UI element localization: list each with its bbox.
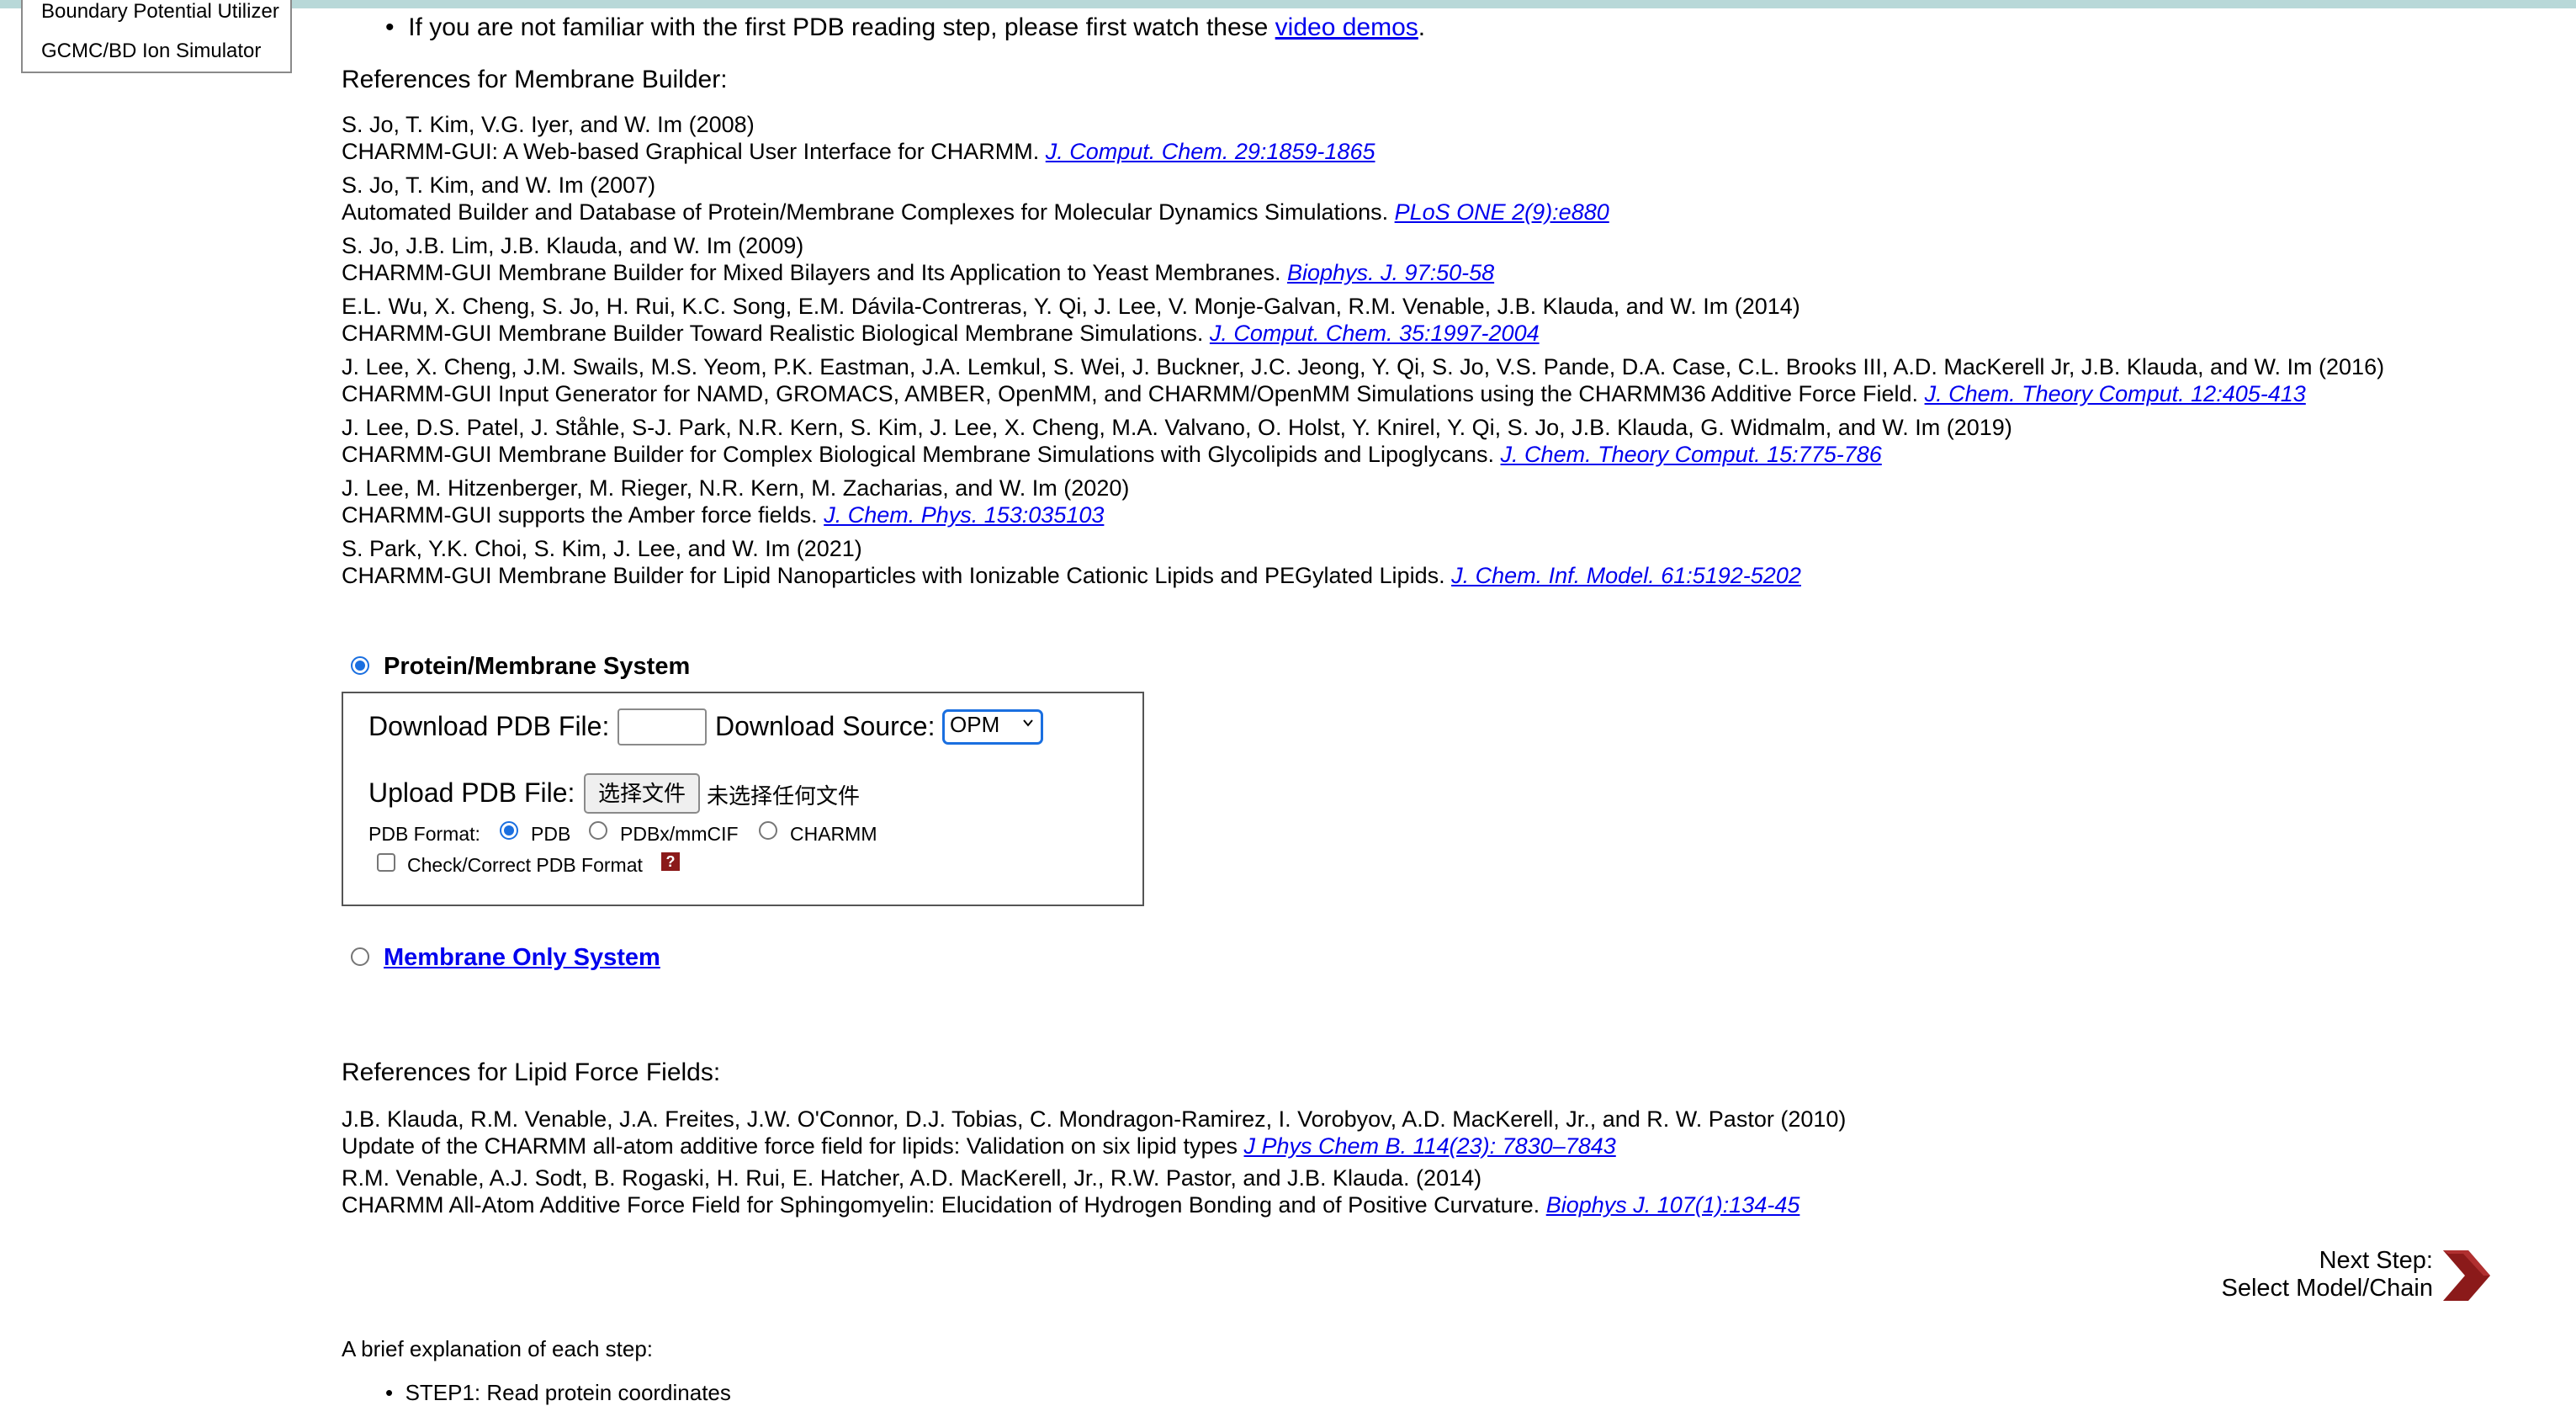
check-correct-pdb-label: Check/Correct PDB Format: [407, 854, 643, 876]
ref-title: CHARMM-GUI Input Generator for NAMD, GRO…: [342, 380, 2384, 407]
ref-citation-link[interactable]: Biophys J. 107(1):134-45: [1546, 1192, 1800, 1218]
ref-title-text: CHARMM-GUI Membrane Builder for Complex …: [342, 442, 1495, 467]
next-arrow-icon[interactable]: [2440, 1247, 2494, 1304]
explanation-heading: A brief explanation of each step:: [342, 1336, 654, 1361]
ref-title: CHARMM-GUI Membrane Builder for Complex …: [342, 441, 2012, 468]
bullet-dot: •: [385, 13, 409, 41]
ref-citation-link[interactable]: J Phys Chem B. 114(23): 7830–7843: [1244, 1133, 1616, 1159]
ref-authors: J. Lee, X. Cheng, J.M. Swails, M.S. Yeom…: [342, 354, 2385, 379]
chevron-down-icon: [1023, 719, 1033, 727]
format-label-charmm: CHARMM: [790, 823, 877, 845]
next-step-text[interactable]: Next Step: Select Model/Chain: [2187, 1247, 2433, 1303]
download-source-label: Download Source:: [715, 711, 936, 741]
ref-citation-link[interactable]: J. Chem. Inf. Model. 61:5192-5202: [1451, 563, 1801, 588]
format-radio-charmm[interactable]: [759, 821, 777, 840]
format-radio-pdb[interactable]: [500, 821, 518, 840]
ref-title: CHARMM-GUI: A Web-based Graphical User I…: [342, 138, 1375, 165]
bullet-dot: •: [385, 1380, 405, 1405]
sidebar-item-boundary-potential[interactable]: Boundary Potential Utilizer: [41, 0, 279, 24]
membrane-only-radio[interactable]: [351, 947, 369, 966]
ref-authors: S. Jo, T. Kim, and W. Im (2007): [342, 172, 656, 198]
download-source-select[interactable]: OPM: [942, 709, 1043, 745]
ref-authors: J. Lee, D.S. Patel, J. Ståhle, S-J. Park…: [342, 415, 2012, 440]
explanation-item-text: STEP1: Read protein coordinates: [405, 1380, 731, 1405]
ref-title-text: CHARMM-GUI: A Web-based Graphical User I…: [342, 139, 1040, 164]
ref-citation-link[interactable]: J. Chem. Phys. 153:035103: [824, 502, 1104, 528]
membrane-ref-6: J. Lee, D.S. Patel, J. Ståhle, S-J. Park…: [342, 414, 2012, 468]
ref-authors: E.L. Wu, X. Cheng, S. Jo, H. Rui, K.C. S…: [342, 294, 1800, 319]
ref-citation-link[interactable]: PLoS ONE 2(9):e880: [1395, 199, 1609, 225]
format-radio-pdbx[interactable]: [589, 821, 607, 840]
ref-citation-link[interactable]: J. Chem. Theory Comput. 15:775-786: [1501, 442, 1882, 467]
ref-authors: J. Lee, M. Hitzenberger, M. Rieger, N.R.…: [342, 475, 1130, 501]
download-pdb-label: Download PDB File:: [368, 711, 610, 741]
ref-title-text: Automated Builder and Database of Protei…: [342, 199, 1389, 225]
download-source-value: OPM: [950, 712, 1000, 737]
ref-title: Automated Builder and Database of Protei…: [342, 199, 1609, 225]
pdb-format-label: PDB Format:: [368, 823, 480, 845]
no-file-chosen-text: 未选择任何文件: [707, 783, 861, 809]
membrane-only-link[interactable]: Membrane Only System: [384, 944, 660, 972]
membrane-ref-4: E.L. Wu, X. Cheng, S. Jo, H. Rui, K.C. S…: [342, 293, 1800, 347]
ref-citation-link[interactable]: Biophys. J. 97:50-58: [1287, 260, 1494, 285]
ref-title: CHARMM-GUI supports the Amber force fiel…: [342, 501, 1129, 528]
ref-citation-link[interactable]: J. Comput. Chem. 29:1859-1865: [1046, 139, 1375, 164]
membrane-ref-8: S. Park, Y.K. Choi, S. Kim, J. Lee, and …: [342, 535, 1801, 589]
lipid-refs-heading: References for Lipid Force Fields:: [342, 1058, 721, 1086]
ref-title-text: CHARMM-GUI Membrane Builder for Lipid Na…: [342, 563, 1445, 588]
membrane-ref-1: S. Jo, T. Kim, V.G. Iyer, and W. Im (200…: [342, 111, 1375, 165]
ref-title: CHARMM-GUI Membrane Builder for Lipid Na…: [342, 562, 1801, 589]
sidebar-item-gcmc-bd[interactable]: GCMC/BD Ion Simulator: [41, 40, 261, 63]
protein-membrane-radio[interactable]: [351, 656, 369, 675]
format-label-pdbx: PDBx/mmCIF: [620, 823, 739, 845]
ref-authors: S. Park, Y.K. Choi, S. Kim, J. Lee, and …: [342, 536, 862, 561]
choose-file-button[interactable]: 选择文件: [584, 773, 700, 814]
ref-title-text: CHARMM-GUI Membrane Builder Toward Reali…: [342, 321, 1204, 346]
check-correct-pdb-checkbox[interactable]: [377, 853, 395, 872]
ref-title: Update of the CHARMM all-atom additive f…: [342, 1133, 1846, 1159]
top-bar: [0, 0, 2576, 8]
intro-bullet: • If you are not familiar with the first…: [385, 13, 1425, 42]
membrane-ref-5: J. Lee, X. Cheng, J.M. Swails, M.S. Yeom…: [342, 353, 2384, 407]
download-pdb-input[interactable]: [617, 708, 707, 745]
ref-title-text: CHARMM-GUI supports the Amber force fiel…: [342, 502, 818, 528]
video-demos-link[interactable]: video demos: [1275, 13, 1418, 41]
membrane-ref-2: S. Jo, T. Kim, and W. Im (2007) Automate…: [342, 172, 1609, 225]
help-icon[interactable]: ?: [661, 852, 680, 871]
upload-pdb-label: Upload PDB File:: [368, 777, 575, 808]
sidebar-menu: Boundary Potential Utilizer GCMC/BD Ion …: [21, 0, 292, 73]
ref-title-text: CHARMM-GUI Input Generator for NAMD, GRO…: [342, 381, 1919, 406]
membrane-ref-3: S. Jo, J.B. Lim, J.B. Klauda, and W. Im …: [342, 232, 1494, 286]
format-label-pdb: PDB: [531, 823, 571, 845]
next-step-line1: Next Step:: [2319, 1247, 2433, 1274]
protein-membrane-label: Protein/Membrane System: [384, 653, 691, 680]
ref-citation-link[interactable]: J. Chem. Theory Comput. 12:405-413: [1925, 381, 2306, 406]
intro-text: If you are not familiar with the first P…: [408, 13, 1269, 41]
lipid-ref-1: J.B. Klauda, R.M. Venable, J.A. Freites,…: [342, 1106, 1846, 1159]
membrane-ref-7: J. Lee, M. Hitzenberger, M. Rieger, N.R.…: [342, 475, 1129, 528]
ref-title-text: CHARMM-GUI Membrane Builder for Mixed Bi…: [342, 260, 1281, 285]
ref-authors: S. Jo, T. Kim, V.G. Iyer, and W. Im (200…: [342, 112, 755, 137]
membrane-refs-heading: References for Membrane Builder:: [342, 66, 728, 93]
ref-title: CHARMM-GUI Membrane Builder for Mixed Bi…: [342, 259, 1494, 286]
ref-title: CHARMM-GUI Membrane Builder Toward Reali…: [342, 320, 1800, 347]
ref-authors: R.M. Venable, A.J. Sodt, B. Rogaski, H. …: [342, 1165, 1482, 1191]
ref-title-text: Update of the CHARMM all-atom additive f…: [342, 1133, 1238, 1159]
intro-period: .: [1418, 13, 1426, 41]
next-step-line2: Select Model/Chain: [2221, 1275, 2433, 1302]
explanation-first-item: • STEP1: Read protein coordinates: [385, 1380, 731, 1406]
lipid-ref-2: R.M. Venable, A.J. Sodt, B. Rogaski, H. …: [342, 1165, 1799, 1218]
ref-authors: J.B. Klauda, R.M. Venable, J.A. Freites,…: [342, 1106, 1847, 1132]
ref-authors: S. Jo, J.B. Lim, J.B. Klauda, and W. Im …: [342, 233, 804, 258]
ref-title: CHARMM All-Atom Additive Force Field for…: [342, 1191, 1799, 1218]
ref-title-text: CHARMM All-Atom Additive Force Field for…: [342, 1192, 1540, 1218]
ref-citation-link[interactable]: J. Comput. Chem. 35:1997-2004: [1210, 321, 1540, 346]
